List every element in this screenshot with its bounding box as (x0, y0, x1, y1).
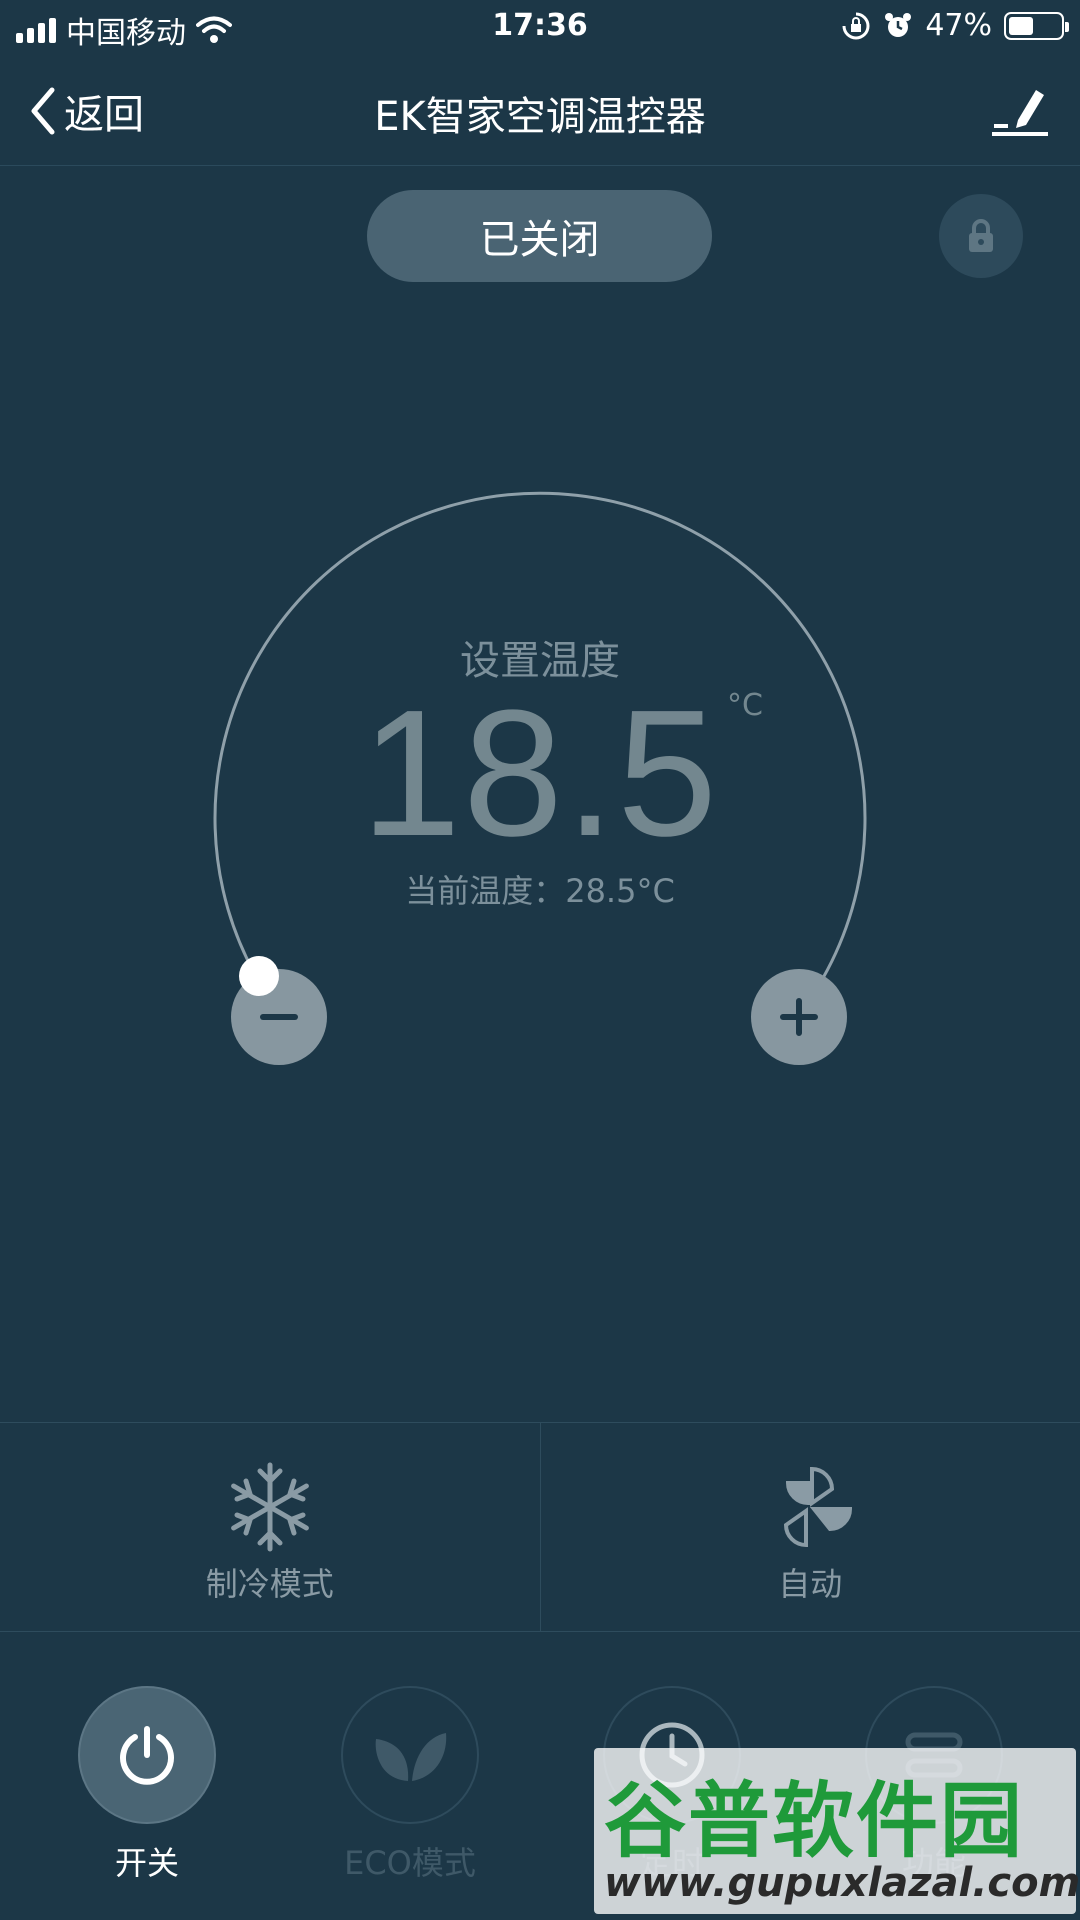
status-bar: 中国移动 17:36 47% (0, 0, 1080, 54)
power-label: 开关 (114, 1844, 179, 1882)
current-temp-value: 28.5°C (565, 872, 675, 910)
set-temp-value: 18.5 (360, 673, 720, 874)
power-status-pill[interactable]: 已关闭 (367, 190, 712, 282)
snowflake-icon (222, 1459, 318, 1555)
minus-icon (260, 1014, 298, 1020)
mode-row: 制冷模式 自动 (0, 1422, 1080, 1632)
current-temp-label: 当前温度： (405, 872, 566, 910)
current-temp: 当前温度：28.5°C (0, 866, 1080, 912)
power-circle (78, 1686, 216, 1824)
page-title: EK智家空调温控器 (374, 94, 706, 140)
status-right: 47% (841, 8, 1069, 43)
increase-temp-button[interactable] (751, 969, 847, 1065)
leaf-icon (375, 1733, 447, 1781)
edit-button[interactable] (990, 82, 1050, 138)
eco-mode-button[interactable]: ECO模式 (340, 1686, 480, 1884)
watermark-url: www.gupuxlazal.com (604, 1860, 1080, 1906)
watermark-logo: 谷普软件园 (604, 1774, 1025, 1869)
mode-label: 自动 (778, 1565, 843, 1603)
power-button[interactable]: 开关 (77, 1686, 217, 1884)
power-icon (120, 1726, 174, 1785)
battery-icon (1004, 11, 1069, 40)
eco-circle (341, 1686, 479, 1824)
cooling-mode-button[interactable]: 制冷模式 (0, 1423, 540, 1631)
fan-icon (762, 1459, 858, 1555)
battery-percent: 47% (925, 8, 992, 43)
plus-icon (780, 998, 818, 1036)
pencil-icon (992, 90, 1048, 136)
mode-label: 制冷模式 (205, 1565, 334, 1603)
lock-button[interactable] (939, 194, 1023, 278)
temp-unit: °C (727, 688, 763, 723)
lock-icon (969, 219, 993, 252)
rotation-lock-icon (842, 12, 870, 39)
nav-bar: 返回 EK智家空调温控器 (0, 54, 1080, 166)
alarm-icon (885, 12, 912, 37)
dial-handle[interactable] (239, 956, 279, 996)
watermark: 谷普软件园 www.gupuxlazal.com (594, 1748, 1080, 1914)
fan-auto-button[interactable]: 自动 (539, 1423, 1080, 1631)
eco-label: ECO模式 (344, 1844, 476, 1882)
set-temp-label: 设置温度 (460, 638, 620, 684)
